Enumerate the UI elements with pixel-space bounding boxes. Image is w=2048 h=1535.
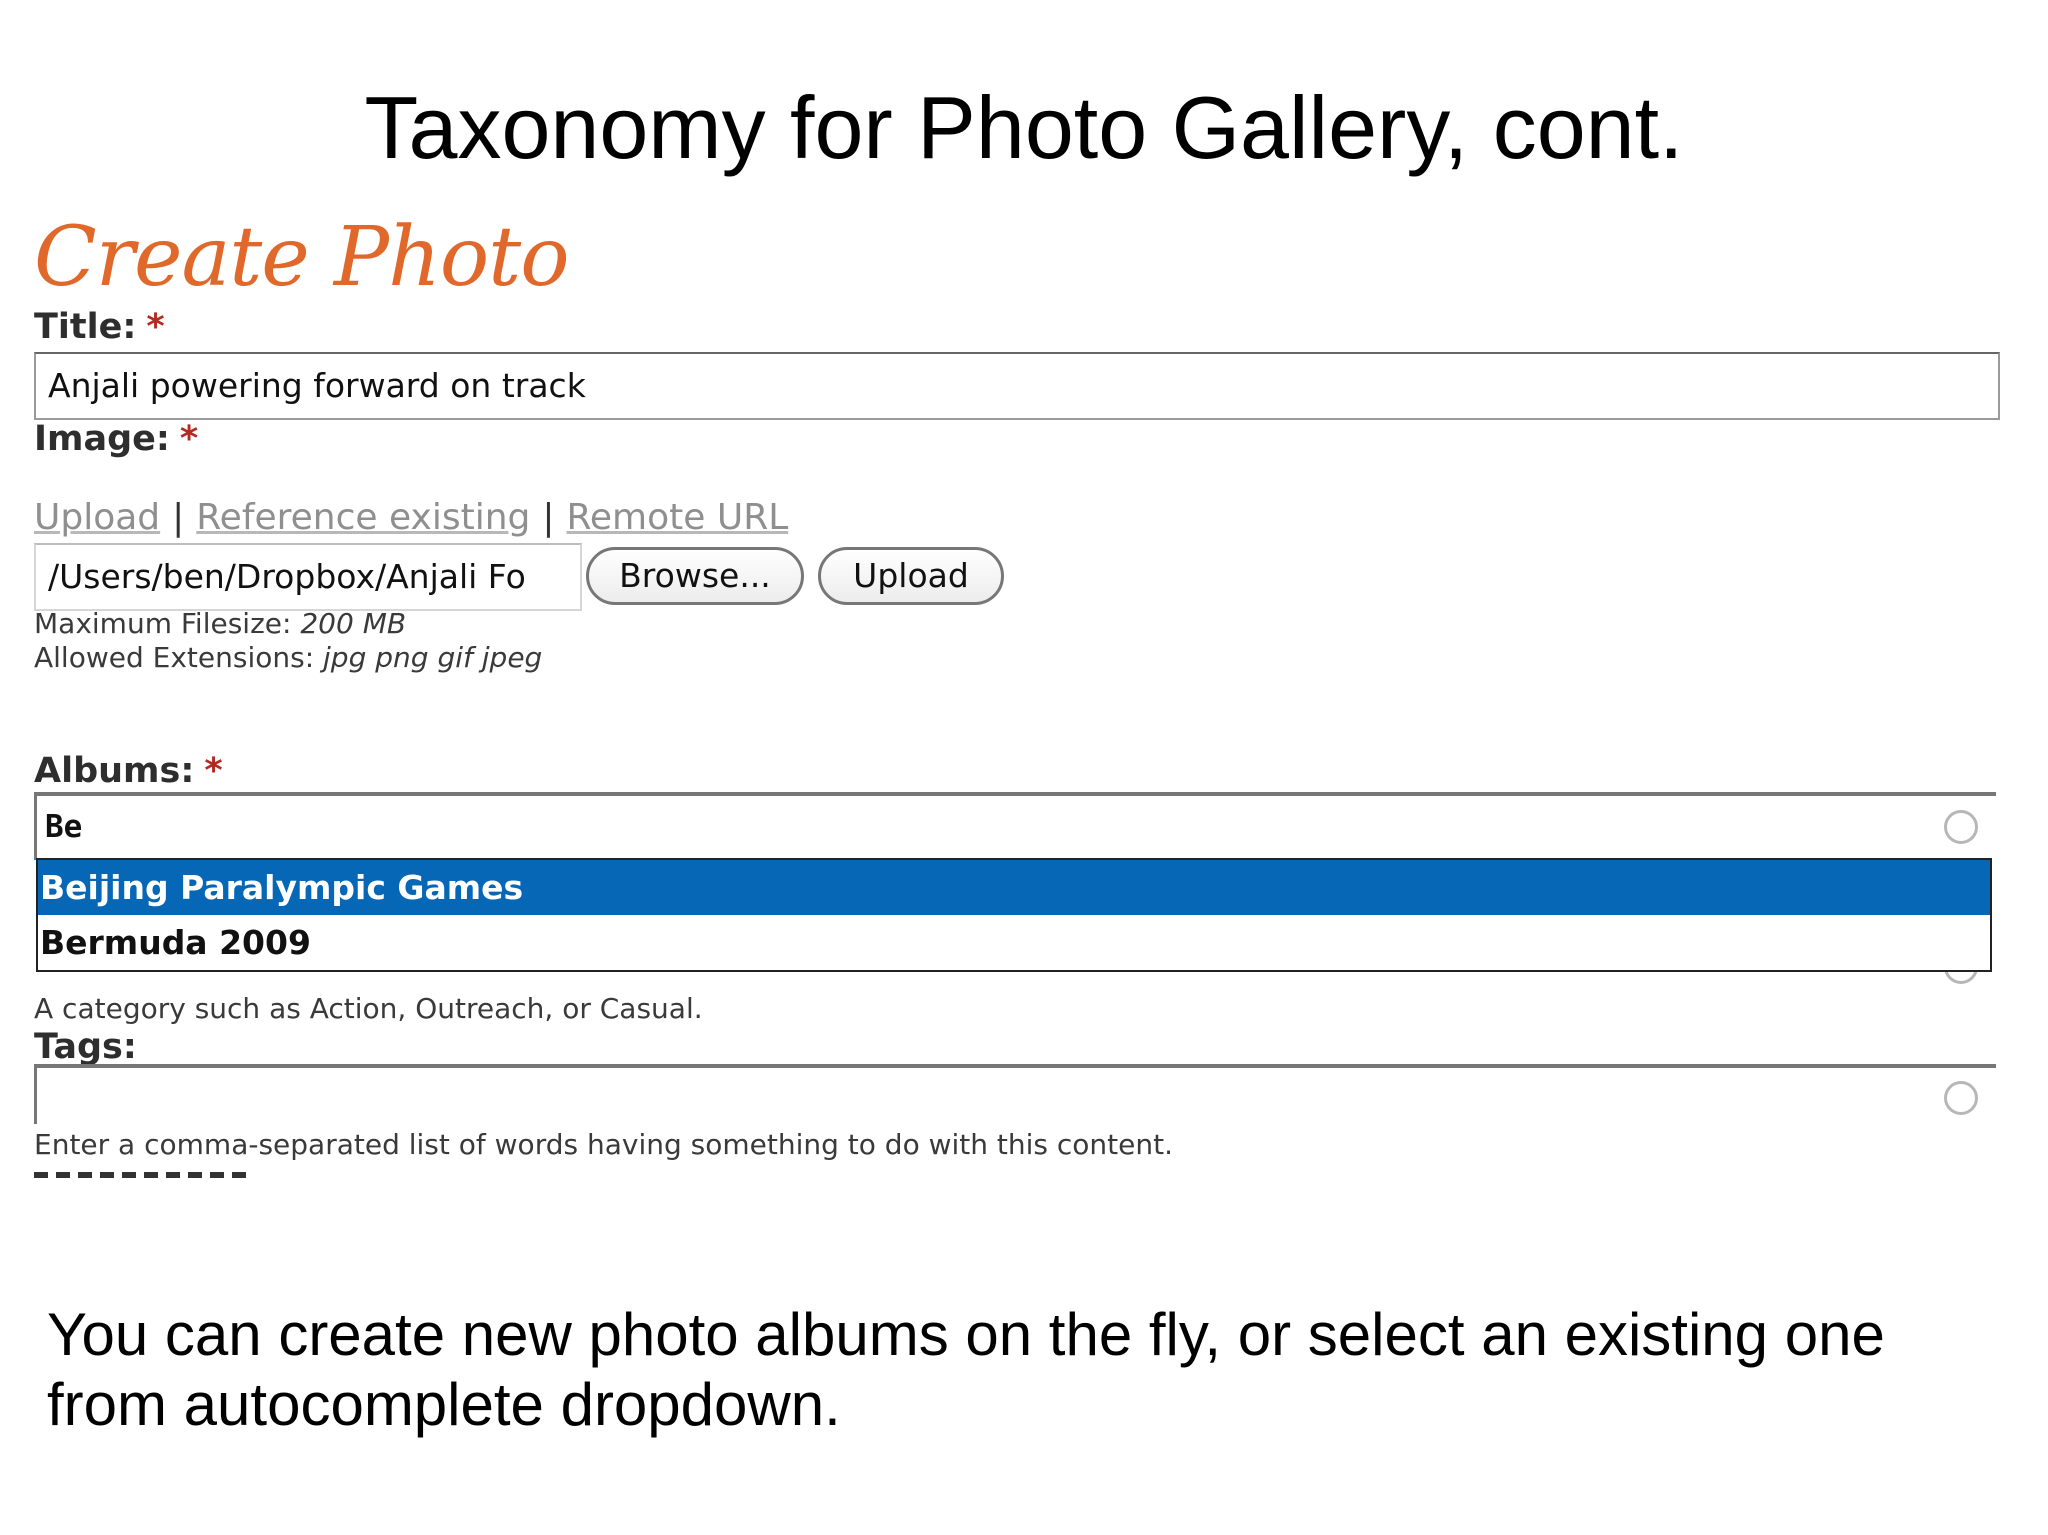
slide-caption: You can create new photo albums on the f… [47, 1301, 1885, 1438]
required-marker: * [204, 751, 223, 791]
allowed-extensions-value: jpg png gif jpeg [323, 641, 543, 674]
title-label-text: Title: [34, 307, 137, 347]
autocomplete-option[interactable]: Bermuda 2009 [38, 915, 1990, 970]
tab-upload[interactable]: Upload [34, 497, 160, 538]
max-filesize-hint: Maximum Filesize: 200 MB [34, 607, 406, 641]
albums-description: A category such as Action, Outreach, or … [34, 992, 703, 1025]
autocomplete-option[interactable]: Beijing Paralympic Games [38, 860, 1990, 915]
allowed-extensions-hint: Allowed Extensions: jpg png gif jpeg [34, 641, 542, 675]
upload-button[interactable]: Upload [818, 547, 1004, 605]
title-input[interactable]: Anjali powering forward on track [34, 352, 2000, 420]
max-filesize-value: 200 MB [300, 607, 407, 640]
cut-off-field-label [34, 1172, 254, 1178]
tab-separator: | [542, 497, 555, 538]
autocomplete-dropdown: Beijing Paralympic Games Bermuda 2009 [36, 858, 1992, 972]
albums-label: Albums: * [34, 750, 223, 792]
page-heading: Create Photo [34, 210, 570, 305]
tab-separator: | [172, 497, 185, 538]
browse-button[interactable]: Browse... [586, 547, 804, 605]
file-path-input[interactable]: /Users/ben/Dropbox/Anjali Fo [34, 543, 582, 611]
required-marker: * [146, 307, 165, 347]
tags-description: Enter a comma-separated list of words ha… [34, 1128, 1174, 1161]
tags-input[interactable] [34, 1064, 1996, 1124]
max-filesize-label: Maximum Filesize: [34, 607, 292, 640]
slide-title: Taxonomy for Photo Gallery, cont. [364, 78, 1684, 177]
throbber-icon [1944, 810, 1978, 844]
required-marker: * [179, 419, 199, 459]
albums-input[interactable]: Be [34, 792, 1996, 860]
image-label: Image: * [34, 418, 198, 460]
throbber-icon [1944, 1081, 1978, 1115]
title-label: Title: * [34, 306, 165, 348]
allowed-extensions-label: Allowed Extensions: [34, 641, 315, 674]
image-label-text: Image: [34, 419, 170, 459]
image-source-tabs: Upload | Reference existing | Remote URL [34, 496, 788, 540]
tab-reference-existing[interactable]: Reference existing [196, 497, 530, 538]
tags-label: Tags: [34, 1027, 137, 1067]
albums-label-text: Albums: [34, 751, 195, 791]
tab-remote-url[interactable]: Remote URL [567, 497, 789, 538]
